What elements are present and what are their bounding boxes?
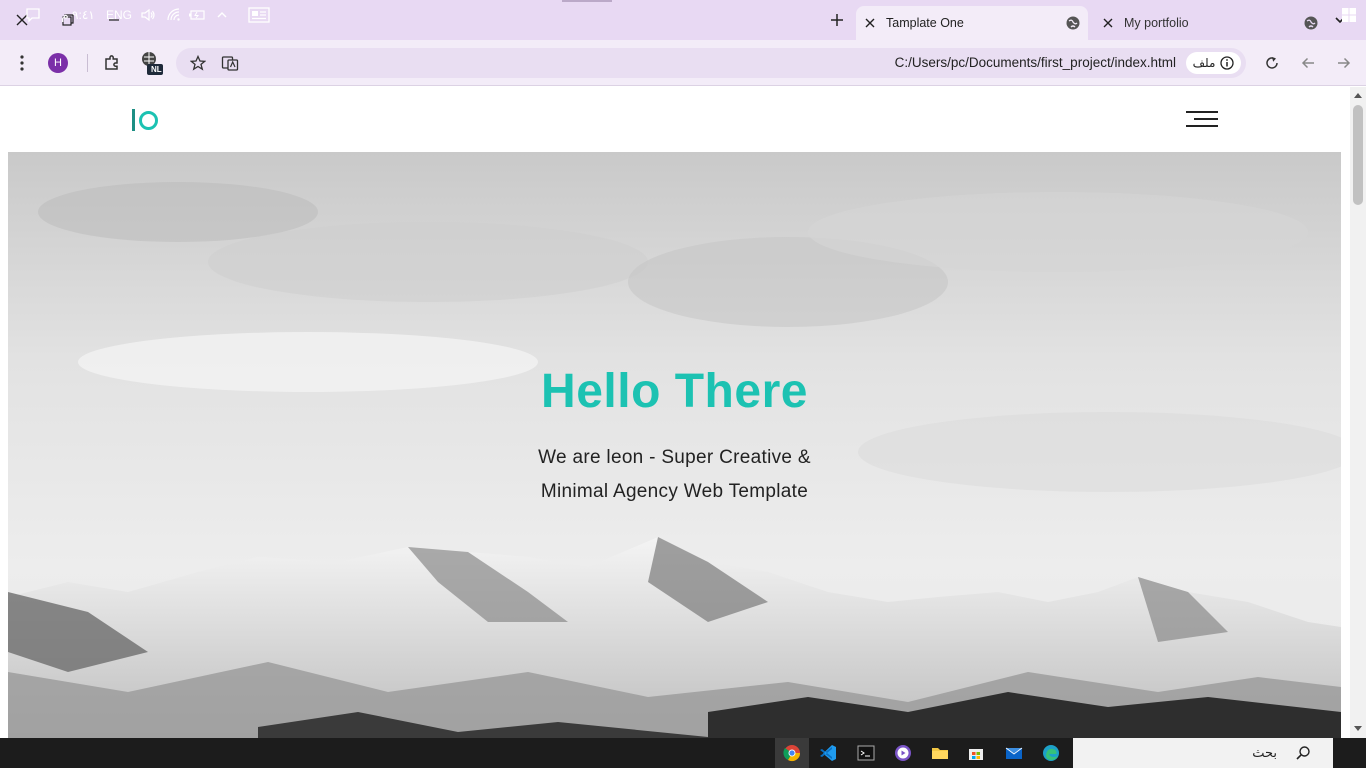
close-icon: [1103, 18, 1113, 28]
new-tab-icon: [831, 14, 843, 26]
site-info-chip[interactable]: ملف: [1186, 52, 1241, 74]
taskbar-search-box[interactable]: بحث: [1073, 738, 1333, 768]
start-button[interactable]: [1338, 3, 1360, 27]
extensions-icon: [105, 55, 118, 70]
translate-button[interactable]: [217, 50, 243, 76]
show-hidden-icons-button[interactable]: [212, 3, 232, 27]
tab-title: Tamplate One: [886, 16, 964, 30]
tab-close-button[interactable]: [1094, 18, 1122, 28]
search-placeholder: بحث: [1252, 745, 1277, 760]
chevron-up-icon: [217, 12, 227, 18]
browser-menu-button[interactable]: [9, 50, 35, 76]
bookmark-star-icon: [190, 55, 206, 71]
tab-bar-indicator: [562, 0, 612, 2]
mail-icon[interactable]: [1005, 744, 1023, 762]
clock[interactable]: ٩:٤١ م: [56, 3, 100, 27]
back-arrow-icon: [1301, 57, 1314, 69]
notifications-button[interactable]: [22, 3, 44, 27]
new-tab-button[interactable]: [824, 8, 850, 32]
hero-section: Hello There We are leon - Super Creative…: [8, 152, 1341, 738]
hero-subtitle-line: We are leon - Super Creative &: [538, 447, 811, 468]
info-icon: [1220, 56, 1235, 70]
battery-button[interactable]: [187, 3, 207, 27]
news-icon: [248, 7, 270, 23]
extension-nl-button[interactable]: NL: [138, 50, 164, 76]
volume-icon: [141, 8, 155, 22]
url-text[interactable]: C:/Users/pc/Documents/first_project/inde…: [860, 55, 1176, 70]
avatar-letter: H: [54, 57, 62, 69]
hamburger-line: [1194, 118, 1218, 120]
volume-button[interactable]: [138, 3, 158, 27]
forward-arrow-icon: [1338, 57, 1351, 69]
clock-time: ٩:٤١ م: [61, 8, 95, 22]
chrome-icon[interactable]: [783, 744, 801, 762]
forward-button[interactable]: [1331, 50, 1357, 76]
globe-icon: [1296, 15, 1326, 31]
hamburger-line: [1186, 111, 1218, 113]
logo-letter-o: [139, 110, 158, 130]
page-viewport: IO: [0, 87, 1350, 738]
reload-icon: [1266, 56, 1278, 69]
battery-icon: [189, 10, 205, 20]
hamburger-menu-button[interactable]: [1186, 109, 1218, 129]
language-indicator[interactable]: ENG: [104, 3, 134, 27]
profile-avatar[interactable]: H: [48, 53, 68, 73]
wifi-button[interactable]: [164, 3, 184, 27]
scrollbar-thumb[interactable]: [1353, 105, 1363, 205]
news-widget-button[interactable]: [246, 3, 272, 27]
extensions-button[interactable]: [99, 50, 125, 76]
tab-template-one[interactable]: Tamplate One: [856, 6, 1088, 40]
language-label: ENG: [105, 8, 132, 22]
edge-icon[interactable]: [1042, 744, 1060, 762]
tab-close-button[interactable]: [856, 18, 884, 28]
file-chip-label: ملف: [1192, 56, 1216, 70]
notification-icon: [26, 8, 40, 23]
hamburger-line: [1186, 125, 1218, 127]
media-player-icon[interactable]: [894, 744, 912, 762]
scroll-up-icon[interactable]: [1354, 93, 1362, 98]
back-button[interactable]: [1295, 50, 1321, 76]
search-icon: [1296, 746, 1310, 760]
page-scrollbar[interactable]: [1350, 87, 1366, 738]
site-logo[interactable]: IO: [132, 107, 158, 133]
terminal-icon[interactable]: [857, 744, 875, 762]
vscode-icon[interactable]: [819, 744, 837, 762]
globe-icon: [1058, 15, 1088, 31]
file-explorer-icon[interactable]: [931, 744, 949, 762]
hero-subtitle-line: Minimal Agency Web Template: [540, 481, 809, 502]
hero-title: Hello There: [541, 365, 808, 418]
toolbar-divider: [87, 54, 88, 72]
translate-icon: [221, 56, 239, 71]
tab-my-portfolio[interactable]: My portfolio: [1094, 6, 1326, 40]
reload-button[interactable]: [1259, 50, 1285, 76]
logo-letter-i: [132, 109, 135, 131]
scroll-down-icon[interactable]: [1354, 726, 1362, 731]
wifi-icon: [167, 8, 180, 21]
bookmark-button[interactable]: [185, 50, 211, 76]
hero-subtitle: We are leon - Super Creative & Minimal A…: [8, 441, 1341, 509]
windows-start-icon: [1342, 8, 1356, 22]
close-icon: [865, 18, 875, 28]
tab-title: My portfolio: [1124, 16, 1189, 30]
extension-badge-text: NL: [151, 65, 162, 74]
store-icon[interactable]: [967, 744, 985, 762]
menu-dots-icon: [20, 55, 24, 71]
